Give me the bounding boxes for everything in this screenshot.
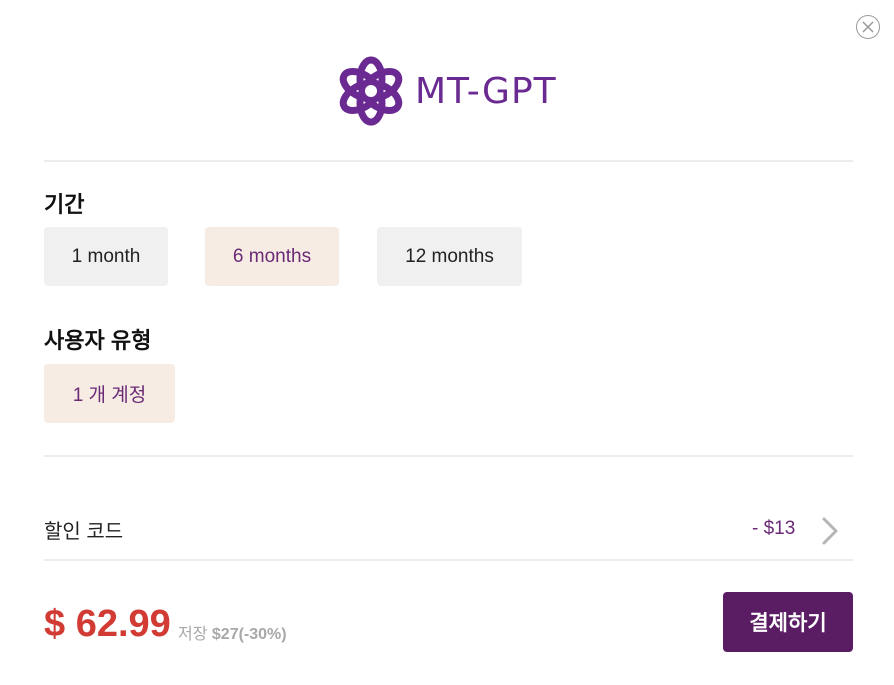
- close-icon: [862, 21, 874, 33]
- period-option-label: 6 months: [232, 245, 312, 267]
- user-type-option-1-account[interactable]: 1 개 계정: [44, 364, 175, 423]
- checkout-button[interactable]: 결제하기: [723, 592, 853, 652]
- period-option-12-months[interactable]: 12 months: [377, 227, 522, 286]
- discount-value: - $13: [752, 518, 796, 539]
- total-price: $ 62.99: [44, 603, 171, 645]
- chevron-right-icon[interactable]: [820, 516, 840, 546]
- divider: [44, 455, 853, 457]
- period-title: 기간: [44, 192, 85, 217]
- divider: [44, 160, 853, 162]
- user-type-title: 사용자 유형: [44, 328, 152, 353]
- user-type-option-label: 1 개 계정: [72, 385, 147, 406]
- period-option-label: 1 month: [71, 245, 141, 267]
- brand-name: MT-GPT: [415, 70, 557, 112]
- discount-code-label: 할인 코드: [44, 521, 124, 543]
- openai-knot-icon: [339, 56, 403, 126]
- savings-info: 저장 $27(-30%): [178, 620, 287, 644]
- brand-logo: MT-GPT: [337, 55, 557, 127]
- period-option-6-months[interactable]: 6 months: [205, 227, 339, 286]
- divider: [44, 559, 853, 561]
- close-button[interactable]: [856, 15, 880, 39]
- period-option-label: 12 months: [405, 245, 494, 267]
- period-option-1-month[interactable]: 1 month: [44, 227, 168, 286]
- savings-prefix: 저장: [178, 626, 208, 643]
- savings-amount: $27(-30%): [211, 626, 287, 643]
